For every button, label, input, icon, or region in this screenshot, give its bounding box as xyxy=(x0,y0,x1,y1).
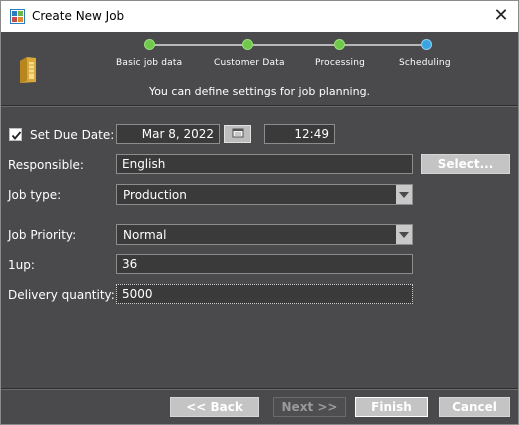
responsible-label: Responsible: xyxy=(8,158,84,172)
footer-divider-highlight xyxy=(1,389,518,390)
next-button[interactable]: Next >> xyxy=(273,397,346,417)
step-dot-processing xyxy=(334,39,345,50)
step-label-basic-job-data: Basic job data xyxy=(116,58,183,68)
dropdown-arrow-icon[interactable] xyxy=(396,225,412,244)
due-time-field[interactable]: 12:49 xyxy=(264,124,335,144)
app-icon xyxy=(10,9,25,24)
job-priority-label: Job Priority: xyxy=(8,228,77,242)
one-up-label: 1up: xyxy=(8,258,35,272)
wizard-progress-line xyxy=(150,44,426,46)
step-label-customer-data: Customer Data xyxy=(214,58,285,68)
job-priority-select[interactable]: Normal xyxy=(116,224,413,245)
header-divider-highlight xyxy=(1,106,518,107)
job-priority-value: Normal xyxy=(123,228,167,242)
create-new-job-dialog: Create New Job ✕ Basic job data Customer… xyxy=(0,0,519,425)
set-due-date-checkbox[interactable] xyxy=(9,128,22,141)
calendar-button[interactable] xyxy=(224,125,251,143)
dropdown-arrow-icon[interactable] xyxy=(396,185,412,204)
title-bar: Create New Job ✕ xyxy=(1,1,518,32)
cancel-button[interactable]: Cancel xyxy=(439,397,510,417)
job-type-select[interactable]: Production xyxy=(116,184,413,205)
step-label-processing: Processing xyxy=(315,58,366,68)
finish-button[interactable]: Finish xyxy=(355,397,428,417)
one-up-field[interactable]: 36 xyxy=(116,254,413,274)
job-type-value: Production xyxy=(123,188,187,202)
window-title: Create New Job xyxy=(32,9,125,23)
calendar-icon xyxy=(232,128,244,138)
checkbox-check-icon xyxy=(11,131,22,140)
step-label-scheduling: Scheduling xyxy=(399,58,451,68)
job-type-label: Job type: xyxy=(8,188,62,202)
step-dot-customer-data xyxy=(242,39,253,50)
step-dot-basic-job-data xyxy=(144,39,155,50)
delivery-quantity-label: Delivery quantity: xyxy=(8,288,115,302)
responsible-field[interactable]: English xyxy=(116,154,413,174)
select-responsible-button[interactable]: Select... xyxy=(421,154,510,174)
wizard-header: Basic job data Customer Data Processing … xyxy=(1,32,518,105)
wizard-subtitle: You can define settings for job planning… xyxy=(148,85,371,98)
step-dot-scheduling xyxy=(421,39,432,50)
close-icon[interactable]: ✕ xyxy=(489,5,513,27)
due-date-field[interactable]: Mar 8, 2022 xyxy=(116,124,220,144)
delivery-quantity-field[interactable]: 5000 xyxy=(116,284,413,304)
back-button[interactable]: << Back xyxy=(170,397,259,417)
folder-icon xyxy=(20,57,36,83)
set-due-date-label[interactable]: Set Due Date: xyxy=(30,128,114,142)
